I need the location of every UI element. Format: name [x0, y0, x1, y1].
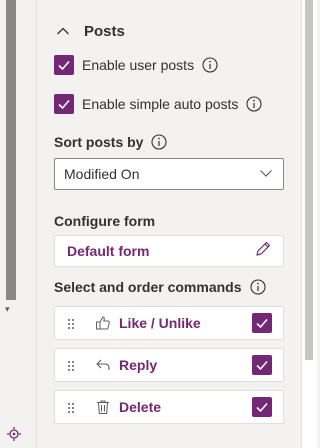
drag-handle-icon[interactable] [67, 359, 75, 377]
command-label-reply: Reply [119, 357, 158, 373]
trash-icon [95, 399, 111, 420]
section-title: Posts [84, 22, 125, 40]
pane-divider [36, 0, 37, 448]
enable-user-posts-label: Enable user posts [82, 57, 195, 73]
command-row-like[interactable]: Like / Unlike [54, 306, 284, 340]
default-form-label: Default form [67, 243, 150, 259]
command-label-delete: Delete [119, 399, 162, 415]
configure-form-label: Configure form [54, 213, 155, 229]
sort-posts-dropdown[interactable]: Modified On [54, 158, 284, 190]
command-row-reply[interactable]: Reply [54, 348, 284, 382]
commands-label-row: Select and order commands [54, 279, 266, 295]
pane-scrollbar-thumb[interactable] [305, 0, 313, 360]
info-icon[interactable] [202, 57, 218, 73]
reply-icon [95, 357, 111, 378]
command-label-like: Like / Unlike [119, 315, 201, 331]
drag-handle-icon[interactable] [67, 401, 75, 419]
commands-label: Select and order commands [54, 279, 242, 295]
chevron-up-icon [56, 26, 70, 36]
posts-section-header[interactable]: Posts [56, 18, 125, 44]
enable-simple-auto-posts-label: Enable simple auto posts [82, 96, 239, 112]
command-like-checkbox[interactable] [252, 313, 272, 333]
sort-posts-label-row: Sort posts by [54, 134, 168, 150]
enable-simple-auto-posts-checkbox[interactable] [54, 94, 74, 114]
enable-simple-auto-posts-row: Enable simple auto posts [54, 93, 262, 115]
left-scrollbar[interactable] [6, 0, 16, 300]
info-icon[interactable] [246, 96, 262, 112]
move-tool-icon[interactable] [6, 426, 22, 442]
configure-form-label-text: Configure form [54, 213, 156, 229]
thumbs-up-icon [95, 315, 111, 336]
default-form-button[interactable]: Default form [54, 235, 284, 267]
scroll-down-arrow-icon[interactable]: ▾ [5, 305, 10, 314]
enable-user-posts-checkbox[interactable] [54, 55, 74, 75]
drag-handle-icon[interactable] [67, 317, 75, 335]
sort-posts-value: Modified On [64, 166, 140, 182]
pencil-icon [254, 240, 272, 263]
info-icon[interactable] [151, 134, 168, 150]
chevron-down-icon [259, 165, 273, 183]
sort-posts-label: Sort posts by [54, 134, 144, 150]
command-reply-checkbox[interactable] [252, 355, 272, 375]
command-delete-checkbox[interactable] [252, 397, 272, 417]
command-row-delete[interactable]: Delete [54, 390, 284, 424]
info-icon[interactable] [249, 279, 266, 295]
enable-user-posts-row: Enable user posts [54, 54, 218, 76]
